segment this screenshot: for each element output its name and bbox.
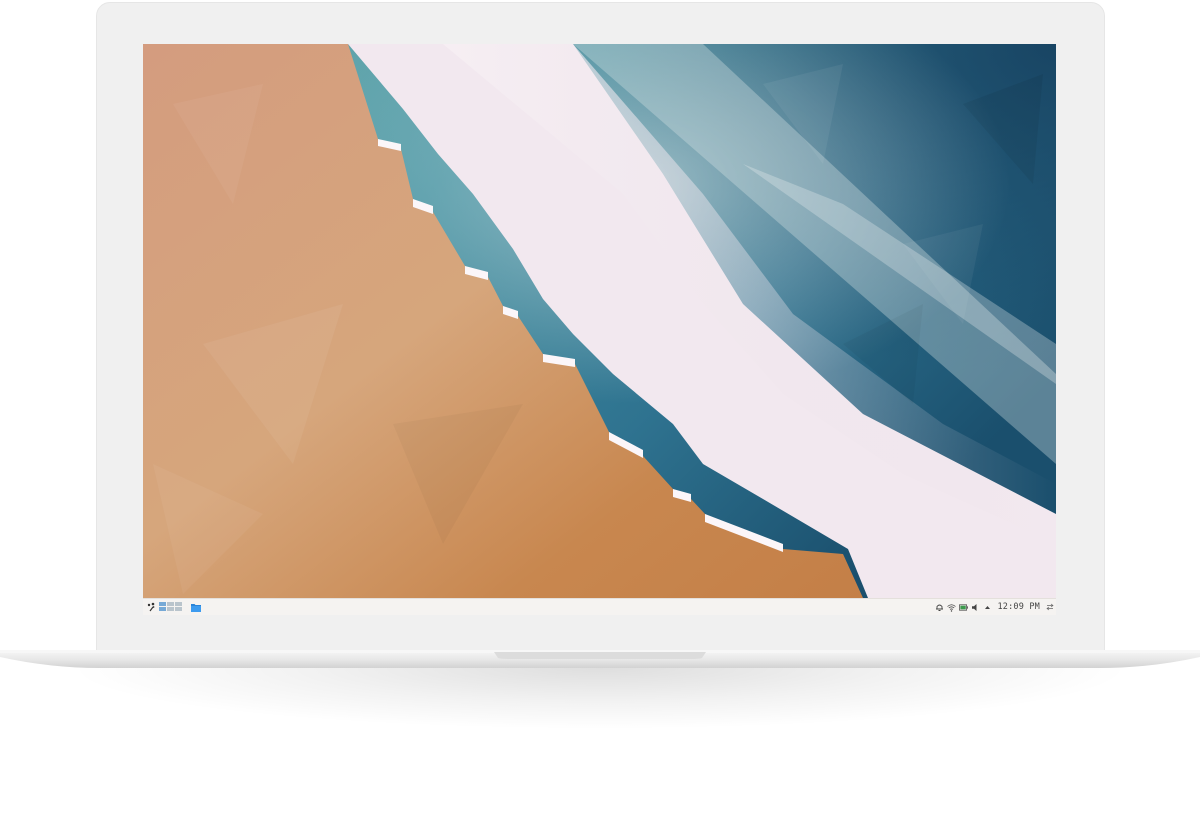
task-files[interactable]	[189, 599, 203, 615]
pager-desktop-1[interactable]	[159, 602, 166, 606]
wifi-icon[interactable]	[947, 603, 957, 612]
notifications-icon[interactable]	[935, 603, 944, 612]
pager-desktop-6[interactable]	[175, 607, 182, 611]
digital-clock[interactable]: 12:09 PM	[997, 602, 1040, 612]
plasma-launcher-icon	[147, 602, 154, 612]
panel-options-icon[interactable]	[1045, 603, 1054, 612]
taskbar-panel: 12:09 PM	[143, 598, 1056, 615]
system-tray: 12:09 PM	[935, 599, 1054, 615]
volume-icon[interactable]	[971, 603, 980, 612]
expand-tray-icon[interactable]	[983, 603, 992, 612]
pager-desktop-3[interactable]	[175, 602, 182, 606]
virtual-desktop-pager[interactable]	[159, 599, 185, 615]
battery-icon[interactable]	[959, 603, 969, 612]
pager-desktop-4[interactable]	[159, 607, 166, 611]
desktop-screen: 12:09 PM	[143, 44, 1056, 615]
laptop-base	[0, 650, 1200, 668]
laptop-shadow	[80, 668, 1120, 728]
pager-desktop-2[interactable]	[167, 602, 174, 606]
application-launcher-button[interactable]	[145, 599, 157, 615]
laptop-mockup: 12:09 PM	[0, 0, 1200, 838]
wallpaper	[143, 44, 1056, 598]
folder-icon	[191, 603, 201, 612]
pager-desktop-5[interactable]	[167, 607, 174, 611]
